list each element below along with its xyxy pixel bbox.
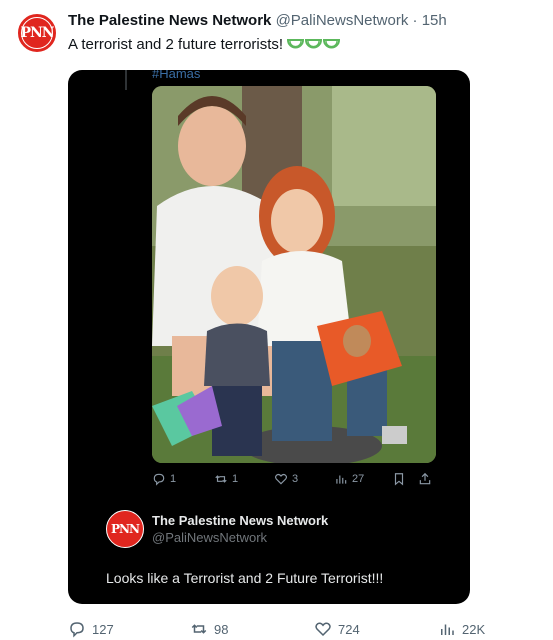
watermelon-icon — [323, 39, 341, 49]
reply-icon — [70, 622, 84, 638]
quote-display-name[interactable]: The Palestine News Network — [152, 512, 328, 529]
quote-author[interactable]: PNN The Palestine News Network @PaliNews… — [106, 510, 328, 548]
views-action[interactable]: 22K — [438, 620, 485, 638]
photo-illustration — [152, 86, 436, 463]
quote-views-count: 27 — [352, 473, 365, 485]
quote-retweet-count: 1 — [232, 473, 239, 485]
quote-like-count: 3 — [292, 473, 299, 485]
timestamp[interactable]: 15h — [422, 12, 447, 29]
heart-icon — [275, 473, 287, 485]
avatar-text: PNN — [20, 25, 54, 41]
quote-views-action[interactable]: 27 — [334, 472, 364, 486]
views-icon — [336, 475, 347, 484]
quote-reply-action[interactable]: 1 — [152, 472, 176, 486]
watermelon-icon — [287, 39, 305, 49]
watermelon-icon — [305, 39, 323, 49]
tweet[interactable]: PNN The Palestine News Network @PaliNews… — [0, 0, 553, 640]
views-count: 22K — [462, 621, 486, 637]
quote-bookmark-action[interactable] — [392, 472, 406, 486]
share-icon — [419, 472, 431, 485]
like-action[interactable]: 724 — [314, 620, 360, 638]
quote-action-bar: 1 1 3 27 — [152, 472, 436, 490]
quote-avatar-text: PNN — [111, 522, 140, 536]
hashtag-link[interactable]: #Hamas — [152, 70, 200, 81]
views-icon — [441, 624, 454, 635]
handle[interactable]: @PaliNewsNetwork — [276, 12, 409, 29]
reply-icon — [153, 473, 165, 486]
quote-retweet-action[interactable]: 1 — [214, 472, 238, 486]
quote-avatar[interactable]: PNN — [106, 510, 144, 548]
thread-line — [125, 70, 127, 90]
tweet-text: A terrorist and 2 future terrorists! — [68, 36, 341, 53]
retweet-count: 98 — [214, 621, 229, 637]
retweet-icon — [191, 624, 207, 634]
family-photo[interactable] — [152, 86, 436, 463]
quote-handle[interactable]: @PaliNewsNetwork — [152, 529, 328, 546]
tweet-action-bar: 127 98 724 22K — [68, 620, 488, 640]
reply-action[interactable]: 127 — [68, 620, 114, 638]
like-count: 724 — [338, 621, 360, 637]
emoji-row — [287, 37, 341, 52]
reply-count: 127 — [92, 621, 114, 637]
quote-text: Looks like a Terrorist and 2 Future Terr… — [106, 570, 384, 586]
quote-share-action[interactable] — [418, 472, 432, 486]
tweet-body: A terrorist and 2 future terrorists! — [68, 36, 284, 53]
avatar[interactable]: PNN — [16, 12, 58, 54]
retweet-action[interactable]: 98 — [190, 620, 228, 638]
separator: · — [412, 12, 418, 29]
heart-icon — [315, 622, 331, 637]
quoted-screenshot[interactable]: #Hamas 1 1 3 27 PNN The Palestine News N… — [68, 70, 470, 604]
retweet-icon — [215, 475, 227, 483]
bookmark-icon — [394, 473, 404, 486]
quote-author-names: The Palestine News Network @PaliNewsNetw… — [152, 512, 328, 546]
quote-like-action[interactable]: 3 — [274, 472, 298, 486]
display-name[interactable]: The Palestine News Network — [68, 12, 271, 29]
quote-reply-count: 1 — [170, 473, 177, 485]
tweet-header: The Palestine News Network @PaliNewsNetw… — [68, 12, 447, 29]
